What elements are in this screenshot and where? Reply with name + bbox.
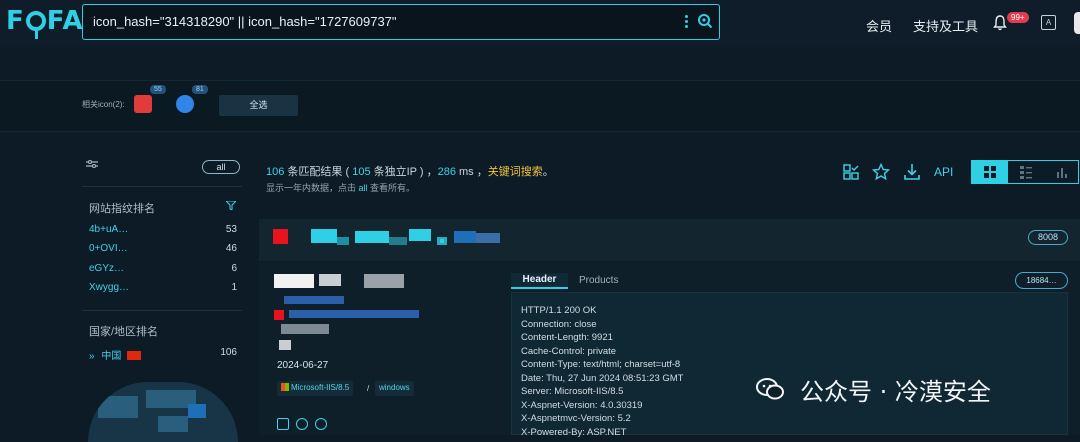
nav-member[interactable]: 会员 xyxy=(866,16,892,35)
redacted-block xyxy=(273,229,288,244)
header-line: Connection: close xyxy=(521,318,597,330)
favicon-blue[interactable] xyxy=(176,95,194,113)
filter-settings-icon[interactable] xyxy=(86,160,98,170)
redacted-block xyxy=(440,239,444,243)
redacted-block xyxy=(337,237,349,245)
tab-header[interactable]: Header xyxy=(511,273,568,289)
list-view-button[interactable] xyxy=(1008,161,1044,183)
expand-icon[interactable]: » xyxy=(89,351,95,362)
redacted-block xyxy=(281,324,329,334)
redacted-block xyxy=(274,310,284,320)
all-toggle[interactable]: all xyxy=(202,160,240,174)
redacted-block xyxy=(289,310,419,318)
country-item[interactable]: » 中国 106 xyxy=(89,347,237,362)
download-icon[interactable] xyxy=(903,163,921,181)
show-all-link[interactable]: all xyxy=(359,183,368,193)
tab-products[interactable]: Products xyxy=(579,275,618,286)
redacted-block xyxy=(355,231,389,243)
result-date: 2024-06-27 xyxy=(277,360,329,371)
divider xyxy=(82,186,242,187)
header-line: Server: Microsoft-IIS/8.5 xyxy=(521,386,624,397)
bar-chart-icon xyxy=(1057,168,1067,178)
redacted-block xyxy=(364,274,404,288)
port-badge[interactable]: 8008 xyxy=(1028,230,1068,245)
redacted-block xyxy=(409,229,431,241)
windows-logo-icon xyxy=(281,383,289,391)
api-button[interactable]: API xyxy=(934,165,953,179)
redacted-block xyxy=(454,231,476,243)
results-summary: 106 条匹配结果 ( 105 条独立IP ) ，286 ms ，关键词搜索。 xyxy=(266,166,554,178)
header-line: Date: Thu, 27 Jun 2024 08:51:23 GMT xyxy=(521,372,684,384)
sidebar: all 网站指纹排名 4b+uA… 53 0+OVI… 46 eGYz… 6 Xwyg… xyxy=(82,150,246,442)
translate-icon[interactable]: A xyxy=(1041,15,1056,30)
nav-support-tools[interactable]: 支持及工具 xyxy=(913,16,978,35)
results-subtext: 显示一年内数据，点击 all 查看所有。 xyxy=(266,183,416,193)
redacted-block xyxy=(284,296,344,304)
grid-check-icon[interactable] xyxy=(842,163,860,181)
redacted-block xyxy=(274,274,314,288)
fingerprint-item[interactable]: 4b+uA… 53 xyxy=(89,224,237,235)
notification-badge: 99+ xyxy=(1007,12,1029,23)
os-tag[interactable]: windows xyxy=(375,381,414,396)
header-line: Content-Length: 9921 xyxy=(521,332,613,343)
fingerprint-item[interactable]: Xwygg… 1 xyxy=(89,282,237,293)
related-icons-label: 相关icon(2): xyxy=(82,100,125,109)
search-input[interactable] xyxy=(93,14,653,29)
country-rank-title: 国家/地区排名 xyxy=(89,326,159,338)
favicon-red[interactable] xyxy=(134,95,152,113)
fofa-logo[interactable]: F FA xyxy=(6,6,84,39)
refresh-icon[interactable] xyxy=(315,418,327,430)
header-line: Cache-Control: private xyxy=(521,345,617,357)
server-tag[interactable]: Microsoft-IIS/8.5 xyxy=(277,381,354,396)
more-options-icon[interactable] xyxy=(685,15,689,31)
header-line: X-Powered-By: ASP.NET xyxy=(521,426,627,438)
tag-separator: / xyxy=(367,384,370,393)
star-icon[interactable] xyxy=(872,163,890,181)
fingerprint-item[interactable]: 0+OVI… 46 xyxy=(89,243,237,254)
search-icon[interactable] xyxy=(697,13,713,29)
view-toggle xyxy=(971,160,1079,184)
grid-icon xyxy=(984,166,996,178)
search-box[interactable] xyxy=(82,4,720,40)
select-all-button[interactable]: 全选 xyxy=(219,95,298,116)
redacted-block xyxy=(311,229,337,243)
cube-icon[interactable] xyxy=(296,418,308,430)
filter-icon[interactable] xyxy=(226,201,236,210)
header-line: X-Aspnetmvc-Version: 5.2 xyxy=(521,413,631,424)
header-line: Content-Type: text/html; charset=utf-8 xyxy=(521,359,681,370)
header-line: X-Aspnet-Version: 4.0.30319 xyxy=(521,399,643,411)
grid-view-button[interactable] xyxy=(972,161,1008,183)
hash-badge[interactable]: 18684… xyxy=(1015,272,1068,289)
header-line: HTTP/1.1 200 OK xyxy=(521,305,597,316)
top-bar: FFA 会员 支持及工具 99+ A xyxy=(0,0,1080,45)
list-icon xyxy=(1020,166,1032,179)
china-flag-icon xyxy=(127,351,142,360)
favicon-count: 55 xyxy=(150,85,166,94)
redacted-block xyxy=(279,340,291,350)
http-header-panel: HTTP/1.1 200 OK Connection: close Conten… xyxy=(511,292,1068,438)
redacted-block xyxy=(319,274,341,286)
redacted-block xyxy=(389,237,407,245)
bell-icon[interactable] xyxy=(993,15,1007,31)
fingerprint-item[interactable]: eGYz… 6 xyxy=(89,263,237,274)
world-map[interactable] xyxy=(88,382,238,442)
redacted-block xyxy=(476,233,500,243)
keyword-search-link[interactable]: 关键词搜索 xyxy=(488,166,543,178)
result-card-header xyxy=(259,219,1080,261)
avatar[interactable] xyxy=(1074,12,1080,34)
code-icon[interactable] xyxy=(277,418,289,430)
related-icons-bar: 相关icon(2): 55 81 全选 xyxy=(0,80,1080,132)
chart-view-button[interactable] xyxy=(1044,161,1080,183)
divider xyxy=(82,310,242,311)
favicon-count: 81 xyxy=(192,85,208,94)
fingerprint-rank-title: 网站指纹排名 xyxy=(89,203,155,215)
watermark-text: 公众号 · 冷漠安全 xyxy=(800,378,991,406)
wechat-icon xyxy=(756,378,784,400)
